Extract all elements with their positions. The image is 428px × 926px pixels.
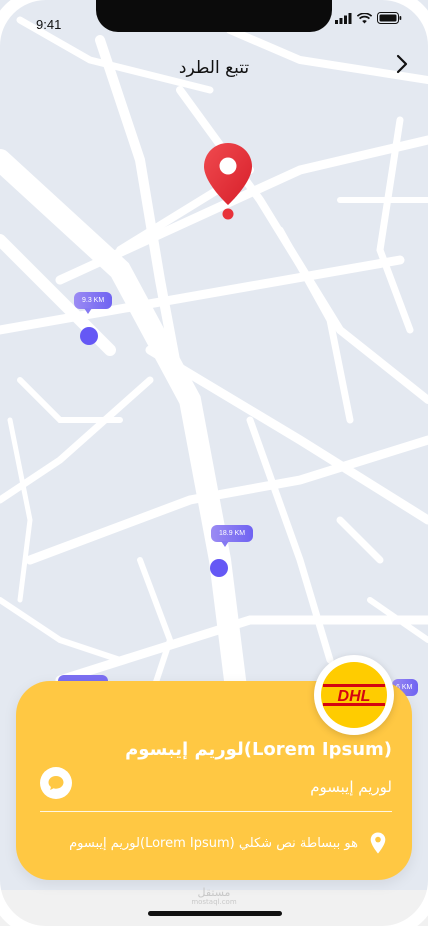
destination-pin[interactable] bbox=[203, 142, 253, 226]
courier-subtitle: لوريم إيبسوم bbox=[310, 778, 392, 796]
carrier-logo-badge: DHL bbox=[321, 662, 387, 728]
map-pin-icon bbox=[204, 143, 252, 220]
dhl-logo-icon: DHL bbox=[323, 684, 385, 706]
battery-icon bbox=[377, 12, 402, 24]
watermark: مستقل mostaql.com bbox=[0, 886, 428, 906]
location-button bbox=[370, 832, 386, 858]
home-indicator bbox=[148, 911, 282, 916]
distance-label: 18.9 KM bbox=[211, 525, 254, 542]
distance-marker[interactable]: 18.9 KM bbox=[211, 525, 254, 547]
distance-label: 9.3 KM bbox=[74, 292, 113, 309]
bubble-tail bbox=[221, 541, 229, 547]
delivery-address: هو ببساطة نص شكلي (Lorem Ipsum)لوريم إيب… bbox=[69, 836, 358, 851]
card-divider bbox=[40, 811, 392, 812]
courier-location-dot[interactable] bbox=[80, 327, 98, 345]
distance-marker[interactable]: 9.3 KM bbox=[74, 292, 113, 314]
logo-text: DHL bbox=[338, 688, 371, 705]
status-time: 9:41 bbox=[36, 17, 62, 32]
courier-name: (Lorem Ipsum)لوريم إيبسوم bbox=[125, 739, 392, 760]
signal-icon bbox=[335, 12, 352, 24]
location-pin-icon bbox=[370, 832, 386, 854]
chat-bubble-icon bbox=[48, 776, 64, 790]
courier-location-dot[interactable] bbox=[210, 559, 228, 577]
status-icons bbox=[335, 12, 402, 24]
page-title: تتبع الطرد bbox=[178, 58, 250, 78]
carrier-logo: DHL bbox=[314, 655, 394, 735]
back-button[interactable] bbox=[390, 52, 414, 76]
watermark-sub: mostaql.com bbox=[191, 898, 237, 906]
bubble-tail bbox=[84, 308, 92, 314]
wifi-icon bbox=[357, 12, 372, 23]
chevron-right-icon bbox=[396, 54, 408, 74]
device-notch bbox=[96, 0, 332, 32]
chat-button[interactable] bbox=[40, 767, 72, 799]
phone-screen: 9:41 تتبع الطرد 9.3 KM 18.9 KM 6 KM مستق… bbox=[0, 0, 428, 926]
